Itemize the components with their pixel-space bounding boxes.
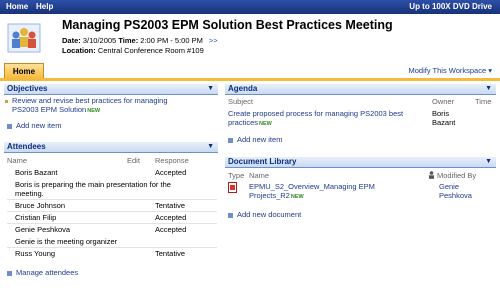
row-divider: [7, 223, 217, 224]
modify-workspace-menu[interactable]: Modify This Workspace ▾: [408, 66, 492, 75]
modified-by[interactable]: Peshkova: [439, 191, 472, 200]
tab-home[interactable]: Home: [4, 63, 44, 79]
attendee-name[interactable]: Russ Young: [15, 249, 55, 258]
attendee-note: meeting.: [15, 189, 44, 198]
attendees-webpart: Attendees ▼: [4, 142, 218, 153]
objective-item-line2[interactable]: PS2003 EPM SolutionNEW: [12, 105, 100, 114]
add-document-icon: [228, 212, 233, 218]
col-owner[interactable]: Owner: [432, 97, 454, 106]
agenda-header: Agenda ▼: [225, 84, 496, 95]
document-library-menu-arrow-icon[interactable]: ▼: [485, 157, 492, 167]
agenda-add-label[interactable]: Add new item: [237, 135, 282, 144]
meeting-location: Location: Central Conference Room #109: [62, 46, 204, 55]
col-response[interactable]: Response: [155, 156, 189, 165]
agenda-item-text[interactable]: practices: [228, 118, 258, 127]
tab-underline: [0, 78, 500, 81]
date-label: Date:: [62, 36, 81, 45]
attendee-response: Accepted: [155, 168, 187, 177]
objectives-menu-arrow-icon[interactable]: ▼: [207, 84, 214, 94]
location-label: Location:: [62, 46, 96, 55]
page-title: Managing PS2003 EPM Solution Best Practi…: [62, 18, 393, 32]
document-name-text[interactable]: Projects_R2: [249, 191, 290, 200]
document-library-title: Document Library: [228, 157, 297, 166]
up-to-site-link[interactable]: Up to 100X DVD Drive: [409, 2, 492, 11]
agenda-webpart: Agenda ▼: [225, 84, 496, 95]
new-badge: NEW: [87, 108, 101, 114]
attendee-note: Genie is the meeting organizer: [15, 237, 118, 246]
add-item-icon: [7, 123, 12, 129]
attendee-name[interactable]: Boris Bazant: [15, 168, 58, 177]
document-library-webpart: Document Library ▼: [225, 157, 496, 168]
document-name-line1[interactable]: EPMU_S2_Overview_Managing EPM: [249, 182, 375, 191]
objectives-add-label[interactable]: Add new item: [16, 121, 61, 130]
agenda-owner: Bazant: [432, 118, 456, 127]
agenda-item-line2[interactable]: practicesNEW: [228, 118, 272, 127]
objectives-add-item[interactable]: Add new item: [7, 121, 61, 130]
document-name-line2[interactable]: Projects_R2NEW: [249, 191, 304, 200]
time-label: Time:: [118, 36, 139, 45]
agenda-menu-arrow-icon[interactable]: ▼: [485, 84, 492, 94]
col-name[interactable]: Name: [249, 171, 269, 180]
attendee-name[interactable]: Cristian Filip: [15, 213, 56, 222]
objective-item-text[interactable]: PS2003 EPM Solution: [12, 105, 86, 114]
row-divider: [7, 199, 217, 200]
help-link[interactable]: Help: [36, 2, 53, 11]
objectives-header: Objectives ▼: [4, 84, 218, 95]
objectives-title: Objectives: [7, 84, 48, 93]
col-edit: Edit: [127, 156, 140, 165]
objective-bullet-icon: [5, 100, 8, 103]
attendee-response: Tentative: [155, 249, 186, 258]
row-divider: [7, 247, 217, 248]
add-new-document[interactable]: Add new document: [228, 210, 301, 219]
meeting-date-time: Date: 3/10/2005 Time: 2:00 PM - 5:00 PM …: [62, 36, 218, 45]
manage-attendees-icon: [7, 270, 12, 276]
new-badge: NEW: [259, 121, 272, 127]
modified-by[interactable]: Genie: [439, 182, 459, 191]
top-nav-bar: Home Help Up to 100X DVD Drive: [0, 0, 500, 14]
agenda-item-line1[interactable]: Create proposed process for managing PS2…: [228, 109, 403, 118]
add-item-icon: [228, 137, 233, 143]
pdf-document-icon: [228, 182, 237, 193]
objective-item-line1[interactable]: Review and revise best practices for man…: [12, 96, 168, 105]
home-link[interactable]: Home: [6, 2, 28, 11]
attendee-response: Accepted: [155, 225, 187, 234]
objectives-webpart: Objectives ▼: [4, 84, 218, 95]
attendee-response: Tentative: [155, 201, 186, 210]
attendee-name[interactable]: Bruce Johnson: [15, 201, 65, 210]
manage-attendees-label[interactable]: Manage attendees: [16, 268, 78, 277]
location-value: Central Conference Room #109: [97, 46, 204, 55]
col-type[interactable]: Type: [228, 171, 244, 180]
row-divider: [7, 211, 217, 212]
manage-attendees[interactable]: Manage attendees: [7, 268, 78, 277]
attendee-note: Boris is preparing the main presentation…: [15, 180, 171, 189]
agenda-owner: Boris: [432, 109, 450, 118]
attendees-header: Attendees ▼: [4, 142, 218, 153]
person-icon: [429, 171, 434, 179]
time-value: 2:00 PM - 5:00 PM: [140, 36, 203, 45]
attendees-title: Attendees: [7, 142, 46, 151]
attendee-name[interactable]: Genie Peshkova: [15, 225, 70, 234]
agenda-add-item[interactable]: Add new item: [228, 135, 282, 144]
col-name[interactable]: Name: [7, 156, 27, 165]
attendees-menu-arrow-icon[interactable]: ▼: [207, 142, 214, 152]
meeting-workspace-logo-icon: [7, 23, 41, 53]
agenda-title: Agenda: [228, 84, 258, 93]
more-dates-link[interactable]: >>: [209, 36, 218, 45]
col-subject[interactable]: Subject: [228, 97, 253, 106]
add-new-document-label[interactable]: Add new document: [237, 210, 301, 219]
tab-row: Home Modify This Workspace ▾: [0, 63, 500, 79]
col-time[interactable]: Time: [475, 97, 491, 106]
attendee-response: Accepted: [155, 213, 187, 222]
col-modified-by[interactable]: Modified By: [437, 171, 476, 180]
date-value: 3/10/2005: [82, 36, 117, 45]
document-library-header: Document Library ▼: [225, 157, 496, 168]
new-badge: NEW: [290, 194, 304, 200]
